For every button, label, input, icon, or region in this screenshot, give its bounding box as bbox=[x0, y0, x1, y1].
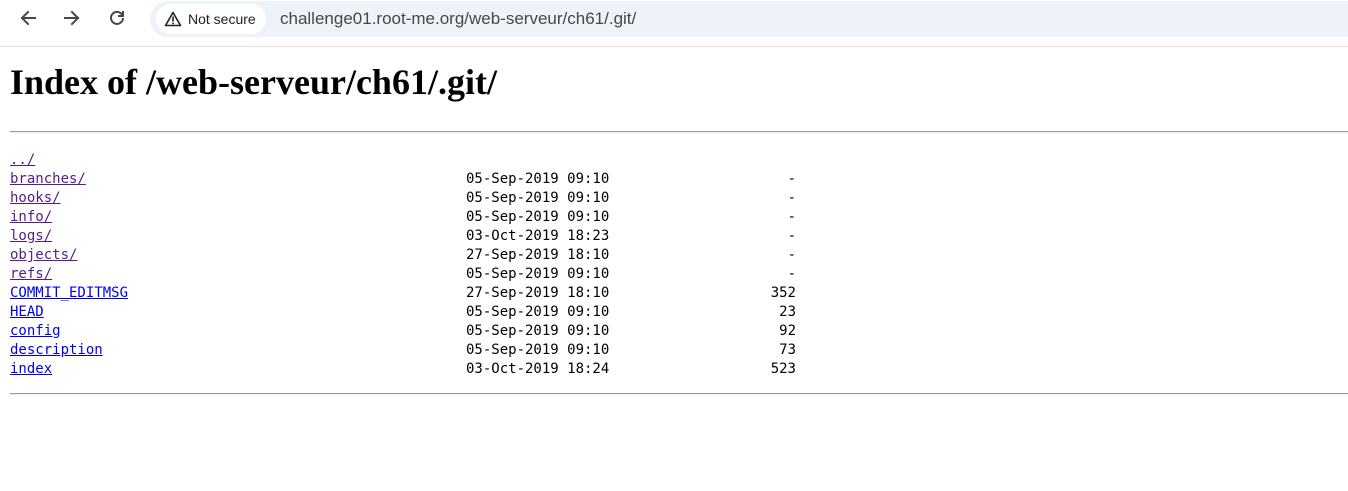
arrow-right-icon bbox=[64, 10, 80, 26]
modified-date: 05-Sep-2019 09:10 bbox=[466, 190, 610, 206]
directory-listing: ../ branches/05-Sep-2019 09:10- hooks/05-… bbox=[10, 151, 796, 379]
address-bar[interactable]: Not secure challenge01.root-me.org/web-s… bbox=[150, 1, 1348, 37]
modified-date: 05-Sep-2019 09:10 bbox=[466, 304, 610, 320]
list-item: HEAD 05-Sep-2019 09:10 23 bbox=[10, 303, 796, 322]
list-item: COMMIT_EDITMSG 27-Sep-2019 18:10 352 bbox=[10, 284, 796, 303]
bottom-divider bbox=[10, 393, 1348, 395]
list-item: info/05-Sep-2019 09:10 - bbox=[10, 208, 796, 227]
file-size: 92 bbox=[779, 323, 796, 339]
url-text[interactable]: challenge01.root-me.org/web-serveur/ch61… bbox=[280, 9, 636, 29]
page-title: Index of /web-serveur/ch61/.git/ bbox=[10, 62, 497, 102]
modified-date: 27-Sep-2019 18:10 bbox=[466, 247, 610, 263]
page-content: Index of /web-serveur/ch61/.git/ ../ bra… bbox=[0, 47, 1348, 491]
file-size: 73 bbox=[779, 342, 796, 358]
reload-icon bbox=[110, 10, 124, 25]
security-indicator[interactable]: Not secure bbox=[156, 4, 266, 34]
file-link[interactable]: index bbox=[10, 360, 52, 379]
file-size: - bbox=[787, 190, 796, 206]
list-item: branches/05-Sep-2019 09:10 - bbox=[10, 170, 796, 189]
file-link[interactable]: refs/ bbox=[10, 265, 52, 284]
modified-date: 05-Sep-2019 09:10 bbox=[466, 266, 610, 282]
file-size: - bbox=[787, 209, 796, 225]
file-size: - bbox=[787, 266, 796, 282]
warning-icon bbox=[164, 11, 182, 27]
file-link[interactable]: HEAD bbox=[10, 303, 44, 322]
back-button[interactable] bbox=[13, 4, 43, 32]
file-link[interactable]: COMMIT_EDITMSG bbox=[10, 284, 128, 303]
top-divider bbox=[10, 131, 1348, 133]
list-item: refs/05-Sep-2019 09:10 - bbox=[10, 265, 796, 284]
file-link[interactable]: description bbox=[10, 341, 103, 360]
file-link[interactable]: info/ bbox=[10, 208, 52, 227]
list-item: description 05-Sep-2019 09:10 73 bbox=[10, 341, 796, 360]
file-link[interactable]: logs/ bbox=[10, 227, 52, 246]
list-item: hooks/05-Sep-2019 09:10 - bbox=[10, 189, 796, 208]
file-size: - bbox=[787, 247, 796, 263]
arrow-left-icon bbox=[20, 10, 36, 26]
modified-date: 05-Sep-2019 09:10 bbox=[466, 209, 610, 225]
file-link[interactable]: config bbox=[10, 322, 61, 341]
security-label: Not secure bbox=[188, 11, 256, 27]
file-size: 352 bbox=[770, 285, 796, 301]
list-item: index 03-Oct-2019 18:24 523 bbox=[10, 360, 796, 379]
list-item: objects/27-Sep-2019 18:10 - bbox=[10, 246, 796, 265]
file-link[interactable]: branches/ bbox=[10, 170, 86, 189]
file-size: 23 bbox=[779, 304, 796, 320]
file-size: - bbox=[787, 228, 796, 244]
reload-button[interactable] bbox=[102, 4, 132, 32]
modified-date: 05-Sep-2019 09:10 bbox=[466, 171, 610, 187]
parent-directory-link[interactable]: ../ bbox=[10, 151, 35, 170]
forward-button[interactable] bbox=[57, 4, 87, 32]
modified-date: 03-Oct-2019 18:23 bbox=[466, 228, 610, 244]
list-item: ../ bbox=[10, 151, 61, 170]
file-size: 523 bbox=[770, 361, 796, 377]
modified-date: 05-Sep-2019 09:10 bbox=[466, 342, 610, 358]
modified-date: 03-Oct-2019 18:24 bbox=[466, 361, 610, 377]
file-size: - bbox=[787, 171, 796, 187]
list-item: config 05-Sep-2019 09:10 92 bbox=[10, 322, 796, 341]
modified-date: 05-Sep-2019 09:10 bbox=[466, 323, 610, 339]
browser-toolbar: Not secure challenge01.root-me.org/web-s… bbox=[0, 0, 1348, 47]
modified-date: 27-Sep-2019 18:10 bbox=[466, 285, 610, 301]
file-link[interactable]: hooks/ bbox=[10, 189, 61, 208]
list-item: logs/03-Oct-2019 18:23 - bbox=[10, 227, 796, 246]
file-link[interactable]: objects/ bbox=[10, 246, 77, 265]
